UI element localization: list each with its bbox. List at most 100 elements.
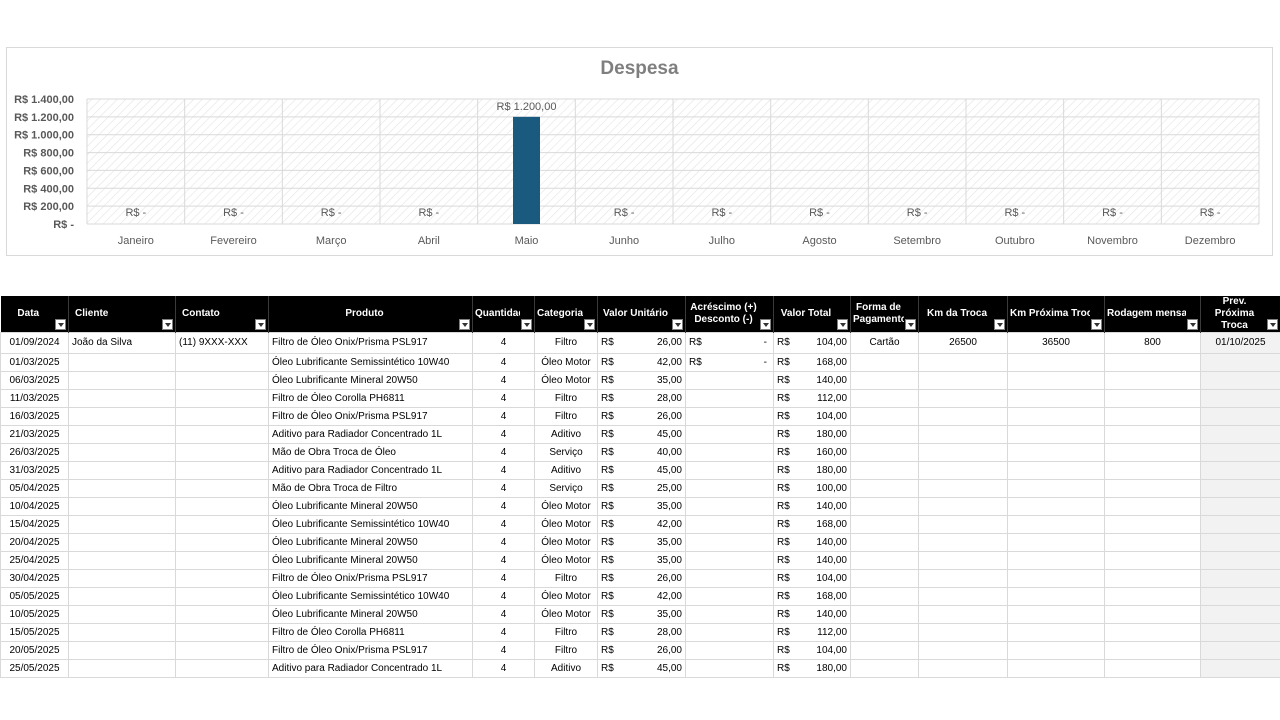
cell-unitario[interactable]: R$ 28,00 <box>597 389 686 408</box>
cell-prev[interactable] <box>1200 659 1280 678</box>
cell-total[interactable]: R$ 112,00 <box>773 389 851 408</box>
cell-rodagem[interactable] <box>1104 569 1201 588</box>
cell-cliente[interactable] <box>68 551 176 570</box>
cell-categoria[interactable]: Óleo Motor <box>534 515 598 534</box>
cell-total[interactable]: R$ 140,00 <box>773 551 851 570</box>
cell-pagamento[interactable]: Cartão <box>850 332 919 354</box>
cell-categoria[interactable]: Filtro <box>534 332 598 354</box>
cell-ajuste[interactable] <box>685 551 774 570</box>
cell-cliente[interactable] <box>68 515 176 534</box>
bar-maio[interactable] <box>513 116 540 224</box>
cell-ajuste[interactable] <box>685 389 774 408</box>
cell-km_troca[interactable] <box>918 407 1008 426</box>
cell-cliente[interactable] <box>68 623 176 642</box>
cell-rodagem[interactable] <box>1104 533 1201 552</box>
cell-ajuste[interactable] <box>685 659 774 678</box>
cell-prev[interactable] <box>1200 407 1280 426</box>
cell-cliente[interactable] <box>68 479 176 498</box>
cell-km_troca[interactable] <box>918 605 1008 624</box>
cell-cliente[interactable]: João da Silva <box>68 332 176 354</box>
cell-contato[interactable] <box>175 551 269 570</box>
cell-unitario[interactable]: R$ 35,00 <box>597 497 686 516</box>
cell-contato[interactable]: (11) 9XXX-XXX <box>175 332 269 354</box>
cell-total[interactable]: R$ 168,00 <box>773 353 851 372</box>
cell-total[interactable]: R$ 100,00 <box>773 479 851 498</box>
cell-prev[interactable] <box>1200 515 1280 534</box>
cell-total[interactable]: R$ 104,00 <box>773 569 851 588</box>
cell-produto[interactable]: Filtro de Óleo Onix/Prisma PSL917 <box>268 569 473 588</box>
cell-km_troca[interactable] <box>918 371 1008 390</box>
cell-quantidade[interactable]: 4 <box>472 479 535 498</box>
cell-categoria[interactable]: Filtro <box>534 641 598 660</box>
cell-rodagem[interactable] <box>1104 623 1201 642</box>
cell-km_troca[interactable] <box>918 641 1008 660</box>
cell-total[interactable]: R$ 112,00 <box>773 623 851 642</box>
cell-produto[interactable]: Filtro de Óleo Onix/Prisma PSL917 <box>268 332 473 354</box>
cell-pagamento[interactable] <box>850 623 919 642</box>
cell-categoria[interactable]: Serviço <box>534 443 598 462</box>
cell-km_proxima[interactable] <box>1007 461 1105 480</box>
cell-prev[interactable] <box>1200 605 1280 624</box>
cell-pagamento[interactable] <box>850 443 919 462</box>
expense-chart[interactable]: Despesa R$ - R$ 200,00 R$ 400,00 R$ 600,00 R… <box>6 47 1273 256</box>
cell-km_proxima[interactable] <box>1007 425 1105 444</box>
cell-km_troca[interactable] <box>918 425 1008 444</box>
cell-quantidade[interactable]: 4 <box>472 659 535 678</box>
cell-prev[interactable] <box>1200 353 1280 372</box>
cell-contato[interactable] <box>175 353 269 372</box>
cell-data[interactable]: 20/05/2025 <box>0 641 69 660</box>
cell-quantidade[interactable]: 4 <box>472 371 535 390</box>
cell-total[interactable]: R$ 140,00 <box>773 497 851 516</box>
cell-km_proxima[interactable] <box>1007 623 1105 642</box>
cell-produto[interactable]: Mão de Obra Troca de Filtro <box>268 479 473 498</box>
cell-cliente[interactable] <box>68 533 176 552</box>
cell-unitario[interactable]: R$ 28,00 <box>597 623 686 642</box>
cell-quantidade[interactable]: 4 <box>472 641 535 660</box>
cell-quantidade[interactable]: 4 <box>472 353 535 372</box>
cell-data[interactable]: 15/04/2025 <box>0 515 69 534</box>
cell-data[interactable]: 26/03/2025 <box>0 443 69 462</box>
cell-cliente[interactable] <box>68 659 176 678</box>
cell-categoria[interactable]: Aditivo <box>534 659 598 678</box>
cell-quantidade[interactable]: 4 <box>472 605 535 624</box>
cell-quantidade[interactable]: 4 <box>472 497 535 516</box>
cell-cliente[interactable] <box>68 605 176 624</box>
filter-dropdown-icon[interactable] <box>1187 319 1198 330</box>
cell-km_troca[interactable] <box>918 533 1008 552</box>
cell-ajuste[interactable] <box>685 623 774 642</box>
cell-cliente[interactable] <box>68 443 176 462</box>
cell-prev[interactable] <box>1200 569 1280 588</box>
cell-rodagem[interactable] <box>1104 371 1201 390</box>
cell-unitario[interactable]: R$ 25,00 <box>597 479 686 498</box>
cell-total[interactable]: R$ 168,00 <box>773 515 851 534</box>
cell-contato[interactable] <box>175 461 269 480</box>
cell-ajuste[interactable] <box>685 569 774 588</box>
cell-cliente[interactable] <box>68 407 176 426</box>
cell-pagamento[interactable] <box>850 497 919 516</box>
cell-contato[interactable] <box>175 605 269 624</box>
cell-ajuste[interactable] <box>685 479 774 498</box>
cell-km_troca[interactable] <box>918 515 1008 534</box>
filter-dropdown-icon[interactable] <box>837 319 848 330</box>
cell-ajuste[interactable]: R$ - <box>685 332 774 354</box>
cell-cliente[interactable] <box>68 497 176 516</box>
cell-rodagem[interactable] <box>1104 479 1201 498</box>
cell-prev[interactable] <box>1200 497 1280 516</box>
cell-prev[interactable] <box>1200 425 1280 444</box>
cell-prev[interactable] <box>1200 551 1280 570</box>
cell-rodagem[interactable] <box>1104 497 1201 516</box>
cell-km_proxima[interactable] <box>1007 353 1105 372</box>
cell-km_proxima[interactable] <box>1007 479 1105 498</box>
cell-data[interactable]: 25/04/2025 <box>0 551 69 570</box>
cell-rodagem[interactable] <box>1104 353 1201 372</box>
cell-categoria[interactable]: Aditivo <box>534 425 598 444</box>
cell-quantidade[interactable]: 4 <box>472 515 535 534</box>
cell-total[interactable]: R$ 180,00 <box>773 659 851 678</box>
cell-total[interactable]: R$ 160,00 <box>773 443 851 462</box>
cell-km_proxima[interactable] <box>1007 389 1105 408</box>
filter-dropdown-icon[interactable] <box>1091 319 1102 330</box>
cell-total[interactable]: R$ 168,00 <box>773 587 851 606</box>
cell-km_proxima[interactable] <box>1007 641 1105 660</box>
cell-contato[interactable] <box>175 515 269 534</box>
cell-rodagem[interactable] <box>1104 551 1201 570</box>
